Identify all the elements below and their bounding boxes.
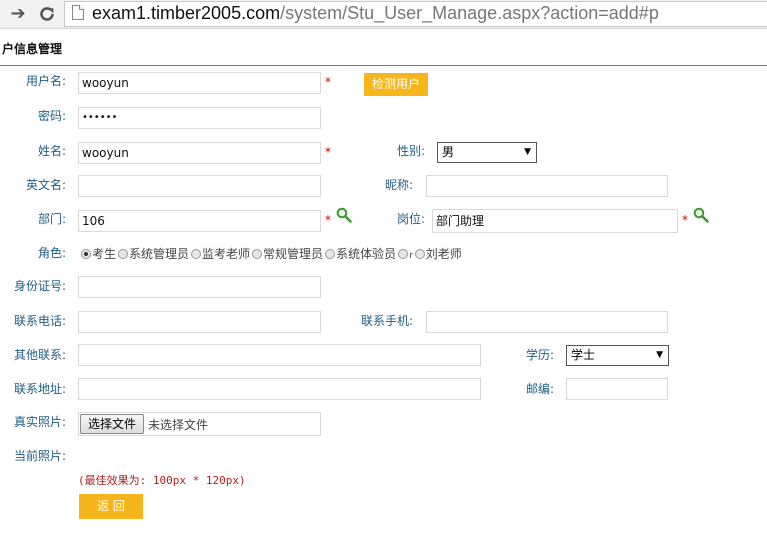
- name-required-mark: *: [325, 145, 331, 159]
- role-label: 角色:: [37, 246, 66, 260]
- password-input[interactable]: ••••••: [78, 107, 321, 129]
- role-option-label: 系统体验员: [336, 247, 397, 261]
- chevron-down-icon: ▼: [524, 147, 531, 157]
- role-option[interactable]: 刘老师: [414, 247, 462, 261]
- name-label: 姓名:: [37, 144, 66, 158]
- address-input[interactable]: [78, 378, 481, 400]
- phone-label: 联系电话:: [13, 314, 66, 328]
- mobile-label: 联系手机:: [360, 314, 413, 328]
- department-input[interactable]: 106: [78, 210, 321, 232]
- role-option[interactable]: r: [398, 247, 413, 261]
- page-title: 户信息管理: [2, 42, 63, 56]
- address-label: 联系地址:: [13, 382, 66, 396]
- department-label: 部门:: [37, 212, 66, 226]
- postcode-input[interactable]: [566, 378, 668, 400]
- radio-unchecked[interactable]: [414, 249, 425, 259]
- photo-label: 真实照片:: [13, 415, 66, 429]
- radio-unchecked[interactable]: [325, 249, 336, 259]
- password-label: 密码:: [37, 109, 66, 123]
- education-select[interactable]: 学士 ▼: [566, 345, 669, 366]
- role-option[interactable]: 监考老师: [191, 247, 250, 261]
- position-input[interactable]: 部门助理: [432, 209, 678, 233]
- postcode-label: 邮编:: [525, 382, 554, 396]
- role-option-label: 监考老师: [202, 247, 251, 261]
- reload-icon[interactable]: [36, 3, 58, 25]
- id-card-input[interactable]: [78, 276, 321, 298]
- nickname-label: 昵称:: [384, 178, 413, 192]
- position-search-icon[interactable]: [693, 207, 709, 223]
- forward-arrow-icon[interactable]: ➔: [7, 3, 29, 25]
- role-option-label: 考生: [92, 247, 117, 261]
- role-option[interactable]: 考生: [81, 247, 116, 261]
- radio-unchecked[interactable]: [118, 249, 129, 259]
- role-radio-group: 考生 系统管理员 监考老师 常规管理员 系统体验员 r 刘老师: [81, 246, 464, 264]
- url-path: /system/Stu_User_Manage.aspx?action=add#…: [280, 3, 659, 23]
- no-file-text: 未选择文件: [148, 418, 209, 432]
- url-host: exam1.timber2005.com: [92, 3, 281, 23]
- reload-icon-svg: [40, 7, 54, 21]
- photo-size-note: (最佳效果为: 100px * 120px): [78, 474, 246, 487]
- english-name-input[interactable]: [78, 175, 321, 197]
- mobile-input[interactable]: [426, 311, 668, 333]
- gender-label: 性别:: [396, 144, 425, 158]
- role-option[interactable]: 系统管理员: [118, 247, 189, 261]
- role-option[interactable]: 系统体验员: [325, 247, 396, 261]
- education-selected-value: 学士: [571, 348, 596, 362]
- name-input[interactable]: wooyun: [78, 142, 321, 164]
- english-name-label: 英文名:: [25, 178, 66, 192]
- id-card-label: 身份证号:: [13, 279, 66, 293]
- check-user-button[interactable]: 检测用户: [364, 73, 428, 96]
- username-label: 用户名:: [25, 74, 66, 88]
- position-label: 岗位:: [396, 212, 425, 226]
- position-required-mark: *: [682, 213, 688, 227]
- radio-unchecked[interactable]: [398, 249, 409, 259]
- page-icon: [72, 5, 84, 20]
- role-option-label: 系统管理员: [129, 247, 190, 261]
- nickname-input[interactable]: [426, 175, 668, 197]
- role-option[interactable]: 常规管理员: [252, 247, 323, 261]
- role-option-label: r: [409, 251, 413, 261]
- url-text[interactable]: exam1.timber2005.com/system/Stu_User_Man…: [92, 1, 659, 25]
- other-contact-input[interactable]: [78, 344, 481, 366]
- gender-selected-value: 男: [442, 145, 455, 159]
- radio-checked[interactable]: [81, 249, 91, 259]
- choose-file-button[interactable]: 选择文件: [80, 414, 144, 434]
- username-input[interactable]: wooyun: [78, 72, 321, 94]
- back-button[interactable]: 返 回: [79, 494, 143, 519]
- chevron-down-icon: ▼: [656, 350, 663, 360]
- title-divider: [0, 65, 767, 66]
- radio-unchecked[interactable]: [191, 249, 202, 259]
- other-contact-label: 其他联系:: [13, 348, 66, 362]
- phone-input[interactable]: [78, 311, 321, 333]
- username-required-mark: *: [325, 75, 331, 89]
- current-photo-label: 当前照片:: [13, 449, 66, 463]
- education-label: 学历:: [525, 348, 554, 362]
- department-search-icon[interactable]: [336, 207, 352, 223]
- radio-unchecked[interactable]: [252, 249, 263, 259]
- role-option-label: 刘老师: [425, 247, 462, 261]
- role-option-label: 常规管理员: [263, 247, 324, 261]
- gender-select[interactable]: 男 ▼: [437, 142, 537, 163]
- department-required-mark: *: [325, 213, 331, 227]
